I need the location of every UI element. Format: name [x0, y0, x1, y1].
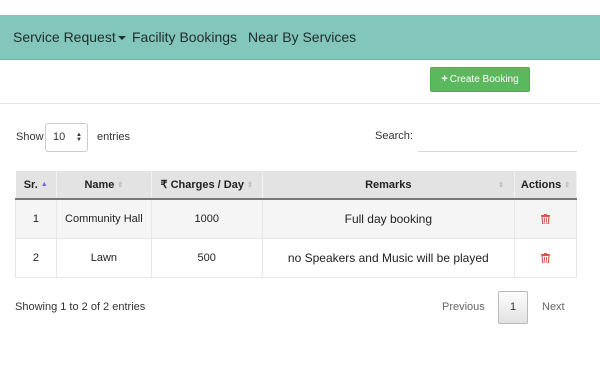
cell-name: Lawn — [56, 238, 152, 278]
nav-near-by-services[interactable]: Near By Services — [248, 29, 356, 45]
col-header-remarks[interactable]: Remarks ⇕ — [262, 171, 516, 200]
search-input[interactable] — [418, 124, 577, 152]
select-updown-icon: ▲ ▼ — [76, 132, 82, 143]
search-label: Search: — [375, 130, 413, 142]
cell-name: Community Hall — [56, 199, 152, 239]
pagination-next[interactable]: Next — [542, 301, 565, 313]
pagination-previous[interactable]: Previous — [442, 301, 485, 313]
col-header-actions[interactable]: Actions ⇕ — [514, 171, 577, 200]
rupee-icon: ₹ — [160, 179, 168, 191]
nav-facility-bookings[interactable]: Facility Bookings — [132, 29, 237, 45]
table-row: 1 Community Hall 1000 Full day booking — [15, 199, 577, 239]
entries-length-select[interactable]: 10 ▲ ▼ — [45, 123, 88, 152]
sort-asc-icon: ▲ — [40, 181, 48, 189]
col-header-sr-label: Sr. — [23, 178, 38, 191]
cell-actions — [514, 238, 577, 278]
cell-charges: 500 — [151, 238, 263, 278]
table-row: 2 Lawn 500 no Speakers and Music will be… — [15, 238, 577, 278]
cell-sr: 1 — [15, 199, 57, 239]
cell-charges: 1000 — [151, 199, 263, 239]
nav-service-request-label: Service Request — [13, 29, 116, 45]
cell-sr: 2 — [15, 238, 57, 278]
entries-label: entries — [97, 131, 131, 143]
nav-service-request[interactable]: Service Request — [13, 29, 126, 45]
pagination-page-1[interactable]: 1 — [498, 291, 528, 324]
sort-icon: ⇕ — [117, 181, 124, 189]
caret-down-icon — [117, 36, 126, 41]
entries-length-value: 10 — [53, 131, 66, 143]
table-info: Showing 1 to 2 of 2 entries — [15, 301, 146, 313]
col-header-name[interactable]: Name ⇕ — [56, 171, 152, 200]
trash-icon[interactable] — [541, 213, 550, 224]
col-header-remarks-label: Remarks — [365, 178, 412, 191]
table-header-row: Sr. ▲ Name ⇕ ₹ Charges / Day ⇕ Remarks ⇕ Act… — [15, 171, 577, 200]
cell-remarks: no Speakers and Music will be played — [262, 238, 516, 278]
col-header-charges-label: Charges / Day — [170, 179, 244, 191]
sort-icon: ⇕ — [246, 182, 253, 190]
cell-actions — [514, 199, 577, 239]
panel-divider — [0, 103, 600, 104]
trash-icon[interactable] — [541, 252, 550, 263]
create-booking-button[interactable]: + Create Booking — [430, 67, 530, 92]
window-top-strip — [0, 0, 600, 15]
plus-icon: + — [441, 73, 448, 85]
cell-remarks: Full day booking — [262, 199, 516, 239]
bookings-table: Sr. ▲ Name ⇕ ₹ Charges / Day ⇕ Remarks ⇕ Act… — [15, 171, 577, 278]
col-header-actions-label: Actions — [520, 178, 562, 191]
sort-icon: ⇕ — [498, 182, 504, 189]
main-navbar: Service Request Facility Bookings Near B… — [0, 15, 600, 60]
col-header-name-label: Name — [84, 178, 115, 191]
sort-icon: ⇕ — [564, 181, 571, 189]
show-label: Show — [16, 131, 44, 143]
col-header-sr[interactable]: Sr. ▲ — [15, 171, 57, 200]
col-header-charges[interactable]: ₹ Charges / Day ⇕ — [151, 171, 263, 200]
create-booking-label: Create Booking — [449, 74, 519, 85]
